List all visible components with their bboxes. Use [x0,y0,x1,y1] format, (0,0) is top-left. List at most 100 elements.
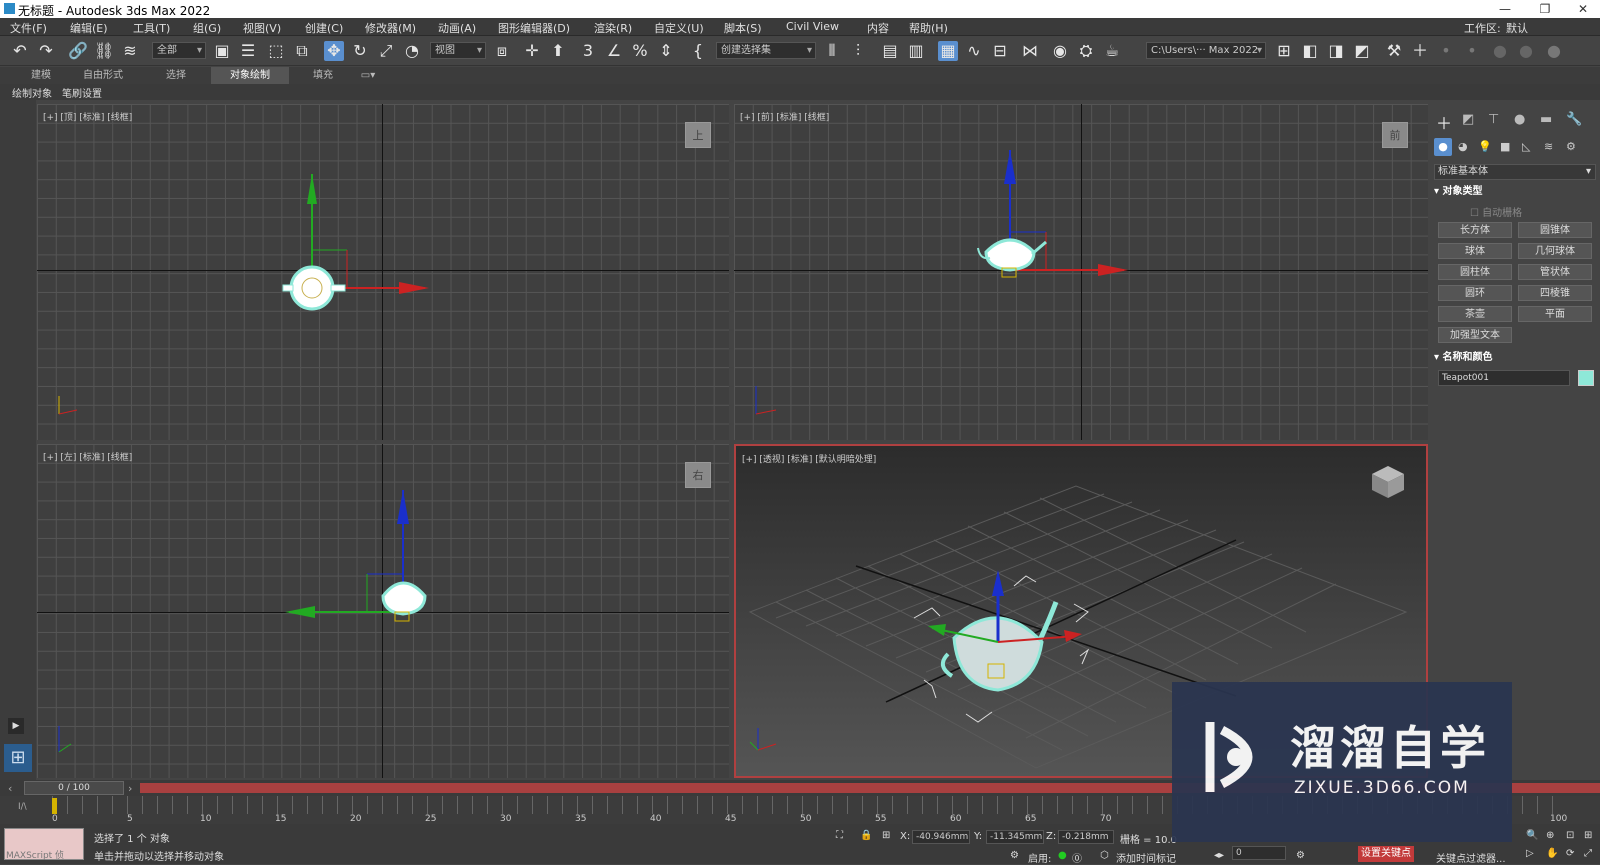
name-color-rollout-header[interactable]: ▾ 名称和颜色 [1434,350,1596,366]
zero-icon[interactable]: ⓪ [1072,850,1082,865]
add-icon[interactable]: ＋ [1410,41,1430,61]
spacewarps-icon[interactable]: ≋ [1544,140,1553,153]
time-tag-icon[interactable]: ⬡ [1100,850,1109,861]
render-icon-1[interactable]: ◧ [1300,41,1320,61]
brush-icon[interactable]: ⚒ [1384,41,1404,61]
render-frame-icon[interactable]: ☕ [1102,41,1122,61]
category-dropdown[interactable]: 标准基本体 ▾ [1434,164,1596,180]
time-config-icon[interactable]: ⚙ [1296,850,1305,861]
bind-spacewarp-icon[interactable]: ≋ [120,41,140,61]
percent-snap-icon[interactable]: % [630,41,650,61]
fov-icon[interactable]: ▷ [1526,848,1534,859]
color-swatch[interactable] [1578,370,1594,386]
add-time-tag[interactable]: 添加时间标记 [1116,850,1176,865]
tube-button[interactable]: 管状体 [1518,264,1592,280]
select-move-icon[interactable]: ✥ [324,41,344,61]
named-selection-dropdown[interactable]: 创建选择集 [716,42,816,59]
spinner-snap-icon[interactable]: ⇕ [656,41,676,61]
menu-rendering[interactable]: 渲染(R) [594,20,632,36]
restore-button[interactable]: ❐ [1530,0,1560,18]
window-crossing-icon[interactable]: ⧉ [292,41,312,61]
current-frame-field[interactable]: 0 [1232,846,1286,860]
frame-nav-icon[interactable]: ◂▸ [1214,850,1224,861]
menu-customize[interactable]: 自定义(U) [654,20,704,36]
text-plus-button[interactable]: 加强型文本 [1438,327,1512,343]
zoom-all-icon[interactable]: ⊕ [1546,830,1554,841]
cylinder-button[interactable]: 圆柱体 [1438,264,1512,280]
cameras-icon[interactable]: ■ [1500,140,1510,153]
isolate-icon[interactable]: ⛶ [836,830,843,841]
menu-modifiers[interactable]: 修改器(M) [365,20,416,36]
menu-help[interactable]: 帮助(H) [909,20,948,36]
orbit-icon[interactable]: ⟳ [1566,848,1574,859]
menu-graph-editors[interactable]: 图形编辑器(D) [498,20,570,36]
teapot-button[interactable]: 茶壶 [1438,306,1512,322]
tab-freeform[interactable]: 自由形式 [72,67,134,84]
systems-icon[interactable]: ⚙ [1566,140,1576,153]
zoom-extents-icon[interactable]: ⊡ [1566,830,1574,841]
set-key-button[interactable]: 设置关键点 [1358,846,1414,862]
sphere-icon-2[interactable]: ● [1516,41,1536,61]
display-tab-icon[interactable]: ▬ [1540,112,1552,127]
material-editor-icon[interactable]: ◉ [1050,41,1070,61]
zoom-extents-all-icon[interactable]: ⊞ [1584,830,1592,841]
sphere-icon-1[interactable]: ● [1490,41,1510,61]
select-manipulate-icon[interactable]: ✛ [522,41,542,61]
modify-tab-icon[interactable]: ◩ [1462,112,1474,127]
menu-edit[interactable]: 编辑(E) [70,20,108,36]
geosphere-button[interactable]: 几何球体 [1518,243,1592,259]
sphere-button[interactable]: 球体 [1438,243,1512,259]
y-coordinate-field[interactable]: -11.345mm [986,830,1044,844]
tab-object-paint[interactable]: 对象绘制 [211,67,289,84]
tab-selection[interactable]: 选择 [145,67,207,84]
menu-animation[interactable]: 动画(A) [438,20,476,36]
selection-filter-dropdown[interactable]: 全部 [152,42,206,59]
pan-icon[interactable]: ✋ [1546,848,1558,859]
shapes-icon[interactable]: ◕ [1458,140,1468,153]
adaptive-icon[interactable]: ⚙ [1010,850,1019,861]
minimize-button[interactable]: — [1490,0,1520,18]
time-slider[interactable]: 0 / 100 [24,781,124,795]
select-scale-icon[interactable]: ⤢ [376,41,396,61]
render-icon-3[interactable]: ◩ [1352,41,1372,61]
unlink-icon[interactable]: ⛓ [94,41,114,61]
select-by-name-icon[interactable]: ☰ [238,41,258,61]
absolute-mode-icon[interactable]: ⊞ [882,830,890,841]
object-name-input[interactable]: Teapot001 [1438,370,1570,386]
undo-icon[interactable]: ↶ [10,41,30,61]
x-coordinate-field[interactable]: -40.946mm [912,830,970,844]
menu-create[interactable]: 创建(C) [305,20,343,36]
viewport-layout-tab-icon[interactable]: ⊞ [4,744,32,772]
create-tab-icon[interactable]: ＋ [1436,110,1452,134]
schematic-view-icon[interactable]: ⋈ [1020,41,1040,61]
prev-frame-icon[interactable]: ‹ [8,782,12,795]
select-object-icon[interactable]: ▣ [212,41,232,61]
motion-tab-icon[interactable]: ● [1514,112,1525,127]
dot-icon-2[interactable]: • [1462,41,1482,61]
rect-selection-icon[interactable]: ⬚ [266,41,286,61]
cone-button[interactable]: 圆锥体 [1518,222,1592,238]
plane-button[interactable]: 平面 [1518,306,1592,322]
ribbon-options-icon[interactable]: ▭▾ [358,67,378,84]
close-button[interactable]: ✕ [1568,0,1598,18]
curve-editor-icon[interactable]: ∿ [964,41,984,61]
key-filters-button[interactable]: 关键点过滤器... [1436,850,1506,865]
angle-snap-icon[interactable]: ∠ [604,41,624,61]
sphere-icon-3[interactable]: ● [1544,41,1564,61]
helpers-icon[interactable]: ◺ [1522,140,1530,153]
render-icon-2[interactable]: ◨ [1326,41,1346,61]
redo-icon[interactable]: ↷ [36,41,56,61]
project-path-dropdown[interactable]: C:\Users\··· Max 2022 [1146,42,1266,59]
viewport-front[interactable]: [+] [前] [标准] [线框] 前 [734,104,1428,440]
z-coordinate-field[interactable]: -0.218mm [1058,830,1114,844]
next-frame-icon[interactable]: › [128,782,132,795]
viewport-top[interactable]: [+] [顶] [标准] [线框] 上 [37,104,729,440]
geometry-icon[interactable]: ● [1434,138,1452,156]
menu-civil-view[interactable]: Civil View [786,20,839,33]
tab-modeling[interactable]: 建模 [10,67,72,84]
hierarchy-tab-icon[interactable]: ⊤ [1488,112,1499,127]
zoom-icon[interactable]: 🔍 [1526,830,1538,841]
render-setup-icon[interactable]: ⛭ [1076,41,1096,61]
layer-explorer-icon[interactable]: ▥ [906,41,926,61]
paint-objects-label[interactable]: 绘制对象 [12,85,52,100]
